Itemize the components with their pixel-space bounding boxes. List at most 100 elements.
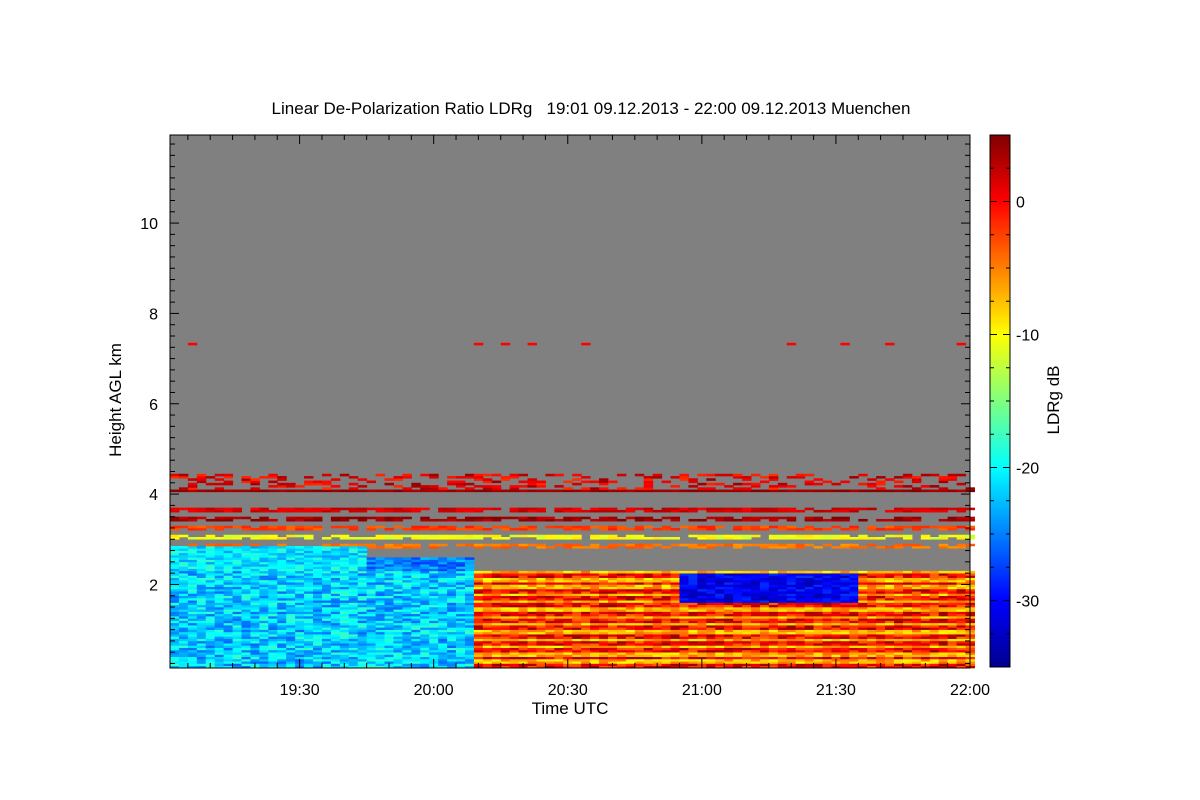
heatmap-cell xyxy=(840,588,850,592)
heatmap-cell xyxy=(590,543,600,547)
heatmap-cell xyxy=(527,634,537,637)
heatmap-cell xyxy=(751,607,761,610)
heatmap-cell xyxy=(563,573,573,576)
heatmap-cell xyxy=(491,647,502,651)
heatmap-cell xyxy=(554,616,564,619)
heatmap-cell xyxy=(366,620,377,624)
heatmap-cell xyxy=(384,627,394,630)
heatmap-cell xyxy=(250,546,260,549)
heatmap-cell xyxy=(464,636,475,639)
heatmap-cell xyxy=(634,584,645,587)
heatmap-cell xyxy=(795,652,806,655)
heatmap-cell xyxy=(581,643,591,646)
heatmap-cell xyxy=(447,649,457,653)
heatmap-cell xyxy=(447,527,457,531)
heatmap-cell xyxy=(572,509,582,513)
heatmap-cell xyxy=(795,582,806,585)
heatmap-cell xyxy=(581,525,591,529)
heatmap-cell xyxy=(464,593,475,597)
heatmap-cell xyxy=(304,654,314,658)
heatmap-cell xyxy=(715,593,725,597)
heatmap-cell xyxy=(920,620,931,624)
heatmap-cell xyxy=(661,480,672,484)
heatmap-cell xyxy=(813,661,824,664)
heatmap-cell xyxy=(509,591,520,594)
heatmap-cell xyxy=(911,640,922,644)
heatmap-cell xyxy=(268,607,278,610)
heatmap-cell xyxy=(894,658,904,662)
heatmap-cell xyxy=(670,625,680,628)
heatmap-cell xyxy=(366,489,377,493)
heatmap-cell xyxy=(223,509,234,513)
heatmap-cell xyxy=(196,476,207,479)
heatmap-cell xyxy=(661,625,672,628)
heatmap-cell xyxy=(187,570,198,574)
heatmap-cell xyxy=(473,595,484,599)
heatmap-cell xyxy=(214,525,225,529)
heatmap-cell xyxy=(777,597,788,601)
heatmap-cell xyxy=(849,570,859,574)
heatmap-cell xyxy=(313,570,323,574)
heatmap-cell xyxy=(831,620,841,624)
heatmap-cell xyxy=(339,631,350,635)
heatmap-cell xyxy=(223,518,234,522)
heatmap-cell xyxy=(759,573,770,576)
heatmap-cell xyxy=(178,476,189,479)
heatmap-cell xyxy=(509,625,520,628)
heatmap-cell xyxy=(259,656,269,660)
heatmap-cell xyxy=(831,597,841,601)
heatmap-cell xyxy=(777,618,788,621)
heatmap-cell xyxy=(590,546,600,549)
heatmap-cell xyxy=(321,564,332,567)
heatmap-cell xyxy=(473,489,484,493)
heatmap-cell xyxy=(634,643,645,646)
heatmap-cell xyxy=(232,588,243,592)
heatmap-cell xyxy=(178,507,189,511)
heatmap-cell xyxy=(724,489,734,493)
heatmap-cell xyxy=(920,534,931,538)
heatmap-cell xyxy=(795,622,806,626)
heatmap-cell xyxy=(232,604,243,608)
heatmap-cell xyxy=(554,645,564,648)
heatmap-cell xyxy=(813,656,824,660)
heatmap-cell xyxy=(268,586,278,590)
heatmap-cell xyxy=(286,570,296,574)
heatmap-cell xyxy=(187,546,198,549)
heatmap-cell xyxy=(187,645,198,648)
heatmap-cell xyxy=(357,485,368,488)
heatmap-cell xyxy=(500,613,511,617)
heatmap-cell xyxy=(447,638,457,642)
heatmap-cell xyxy=(241,643,251,646)
heatmap-cell xyxy=(858,611,868,615)
heatmap-cell xyxy=(661,588,672,592)
heatmap-cell xyxy=(277,607,287,610)
heatmap-cell xyxy=(670,661,680,664)
heatmap-cell xyxy=(885,600,895,603)
heatmap-cell xyxy=(777,616,788,619)
heatmap-cell xyxy=(831,609,841,612)
heatmap-cell xyxy=(313,579,323,583)
heatmap-cell xyxy=(599,546,609,549)
heatmap-cell xyxy=(232,593,243,597)
heatmap-cell xyxy=(697,518,707,522)
heatmap-cell xyxy=(464,595,475,599)
heatmap-cell xyxy=(339,607,350,610)
heatmap-cell xyxy=(447,636,457,639)
heatmap-cell xyxy=(572,577,582,581)
heatmap-cell xyxy=(384,557,394,560)
heatmap-cell xyxy=(715,652,725,655)
heatmap-cell xyxy=(822,575,832,578)
heatmap-cell xyxy=(706,507,716,511)
heatmap-cell xyxy=(509,473,520,477)
heatmap-cell xyxy=(456,600,466,603)
heatmap-cell xyxy=(205,573,216,576)
heatmap-cell xyxy=(411,611,421,615)
heatmap-cell xyxy=(339,611,350,615)
heatmap-cell xyxy=(840,534,850,538)
heatmap-cell xyxy=(527,507,537,511)
heatmap-cell xyxy=(688,627,698,630)
heatmap-cell xyxy=(563,516,573,520)
heatmap-cell xyxy=(429,645,439,648)
heatmap-cell xyxy=(339,546,350,549)
heatmap-cell xyxy=(715,543,725,547)
